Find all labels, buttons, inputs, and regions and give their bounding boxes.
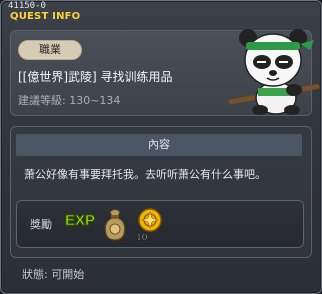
gold-coin-icon[interactable]: 10: [134, 206, 164, 242]
coin-count: 10: [136, 233, 148, 242]
exp-text: EXP: [65, 212, 95, 229]
panda-npc-icon: [228, 29, 320, 115]
job-tag: 職業: [18, 40, 82, 60]
window-title: QUEST INFO: [10, 11, 81, 22]
content-header: 內容: [16, 134, 302, 156]
recommended-level: 建議等級: 130~134: [18, 94, 121, 107]
quest-description: 萧公好像有事要拜托我。去听听萧公有什么事吧。: [24, 168, 266, 181]
quest-id: 41150-0: [8, 1, 46, 11]
title-bar: 41150-0 QUEST INFO: [4, 0, 204, 24]
reward-label: 獎勵: [30, 218, 52, 231]
quest-status: 狀態: 可開始: [22, 268, 85, 281]
quest-title: [[億世界]武陵] 寻找训练用品: [18, 70, 173, 84]
exp-icon[interactable]: EXP: [64, 209, 100, 231]
money-bag-icon[interactable]: [100, 204, 130, 242]
